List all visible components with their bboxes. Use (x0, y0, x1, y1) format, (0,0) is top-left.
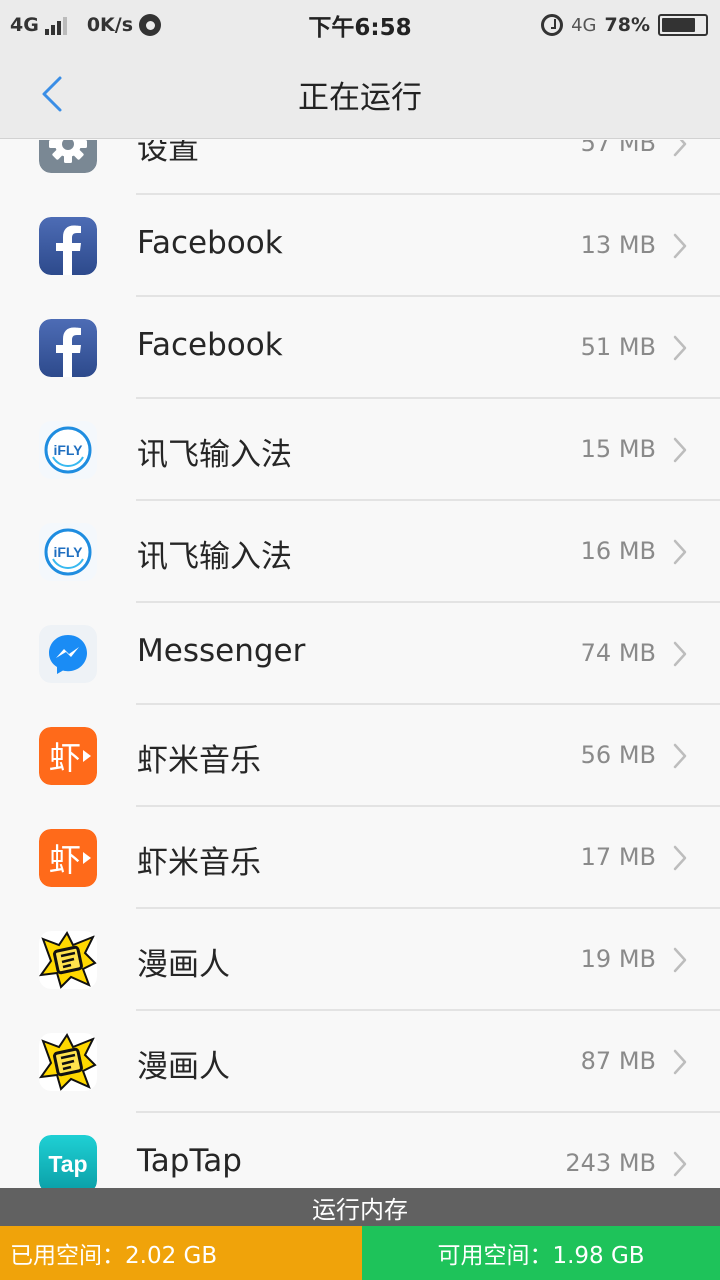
app-memory-size: 243 MB (565, 1149, 656, 1177)
status-bar-right: 4G 78% (541, 0, 708, 50)
chevron-right-icon (672, 538, 688, 566)
app-row[interactable]: 设置 57 MB (0, 140, 720, 195)
facebook-icon (39, 217, 97, 275)
app-memory-size: 56 MB (580, 741, 656, 769)
chevron-right-icon (672, 946, 688, 974)
chevron-right-icon (672, 1150, 688, 1178)
app-row[interactable]: Facebook 13 MB (0, 195, 720, 297)
chevron-right-icon (672, 436, 688, 464)
used-memory: 已用空间：2.02 GB (0, 1226, 362, 1280)
app-name: Facebook (137, 327, 283, 363)
memory-panel: 运行内存 已用空间：2.02 GB 可用空间：1.98 GB (0, 1188, 720, 1280)
manhuaren-icon (39, 931, 97, 989)
battery-percent: 78% (604, 14, 650, 36)
app-memory-size: 17 MB (580, 843, 656, 871)
app-name: 漫画人 (137, 1049, 230, 1085)
page-title: 正在运行 (298, 80, 422, 116)
app-name: 讯飞输入法 (137, 437, 292, 473)
chevron-right-icon (672, 640, 688, 668)
running-apps-list[interactable]: 设置 57 MB Facebook 13 MB Facebook 51 MB iFLY 讯飞输… (0, 140, 720, 1188)
app-name: 漫画人 (137, 947, 230, 983)
ifly-icon: iFLY (39, 421, 97, 479)
svg-text:iFLY: iFLY (53, 442, 83, 458)
app-name: Facebook (137, 225, 283, 261)
app-memory-size: 57 MB (580, 140, 656, 157)
chevron-right-icon (672, 844, 688, 872)
app-row[interactable]: Messenger 74 MB (0, 603, 720, 705)
svg-text:Tap: Tap (48, 1151, 87, 1177)
svg-text:虾: 虾 (49, 739, 81, 777)
battery-icon (658, 14, 708, 36)
memory-title: 运行内存 (0, 1188, 720, 1226)
app-memory-size: 19 MB (580, 945, 656, 973)
status-bar: 4G 0K/s 下午6:58 4G 78% (0, 0, 720, 50)
xiami-icon: 虾 (39, 829, 97, 887)
app-row[interactable]: 虾 虾米音乐 17 MB (0, 807, 720, 909)
app-row[interactable]: 漫画人 19 MB (0, 909, 720, 1011)
xiami-icon: 虾 (39, 727, 97, 785)
app-name: 虾米音乐 (137, 845, 261, 881)
chevron-right-icon (672, 334, 688, 362)
messenger-icon (39, 625, 97, 683)
chevron-right-icon (672, 742, 688, 770)
chevron-right-icon (672, 232, 688, 260)
app-memory-size: 16 MB (580, 537, 656, 565)
ifly-icon: iFLY (39, 523, 97, 581)
app-name: TapTap (137, 1143, 242, 1179)
chevron-right-icon (672, 1048, 688, 1076)
free-memory: 可用空间：1.98 GB (362, 1226, 720, 1280)
app-memory-size: 74 MB (580, 639, 656, 667)
app-name: Messenger (137, 633, 306, 669)
app-row[interactable]: iFLY 讯飞输入法 16 MB (0, 501, 720, 603)
app-row[interactable]: Facebook 51 MB (0, 297, 720, 399)
settings-icon (39, 140, 97, 173)
svg-text:iFLY: iFLY (53, 544, 83, 560)
app-row[interactable]: 漫画人 87 MB (0, 1011, 720, 1113)
app-row[interactable]: iFLY 讯飞输入法 15 MB (0, 399, 720, 501)
app-memory-size: 13 MB (580, 231, 656, 259)
app-name: 讯飞输入法 (137, 539, 292, 575)
facebook-icon (39, 319, 97, 377)
manhuaren-icon (39, 1033, 97, 1091)
svg-text:虾: 虾 (49, 841, 81, 879)
chevron-right-icon (672, 140, 688, 158)
app-memory-size: 87 MB (580, 1047, 656, 1075)
app-name: 设置 (137, 140, 199, 167)
taptap-icon: Tap (39, 1135, 97, 1188)
app-row[interactable]: 虾 虾米音乐 56 MB (0, 705, 720, 807)
data-type: 4G (571, 14, 597, 36)
app-name: 虾米音乐 (137, 743, 261, 779)
header: 正在运行 (0, 50, 720, 139)
app-row[interactable]: Tap TapTap 243 MB (0, 1113, 720, 1188)
app-memory-size: 51 MB (580, 333, 656, 361)
app-memory-size: 15 MB (580, 435, 656, 463)
alarm-icon (541, 14, 564, 36)
